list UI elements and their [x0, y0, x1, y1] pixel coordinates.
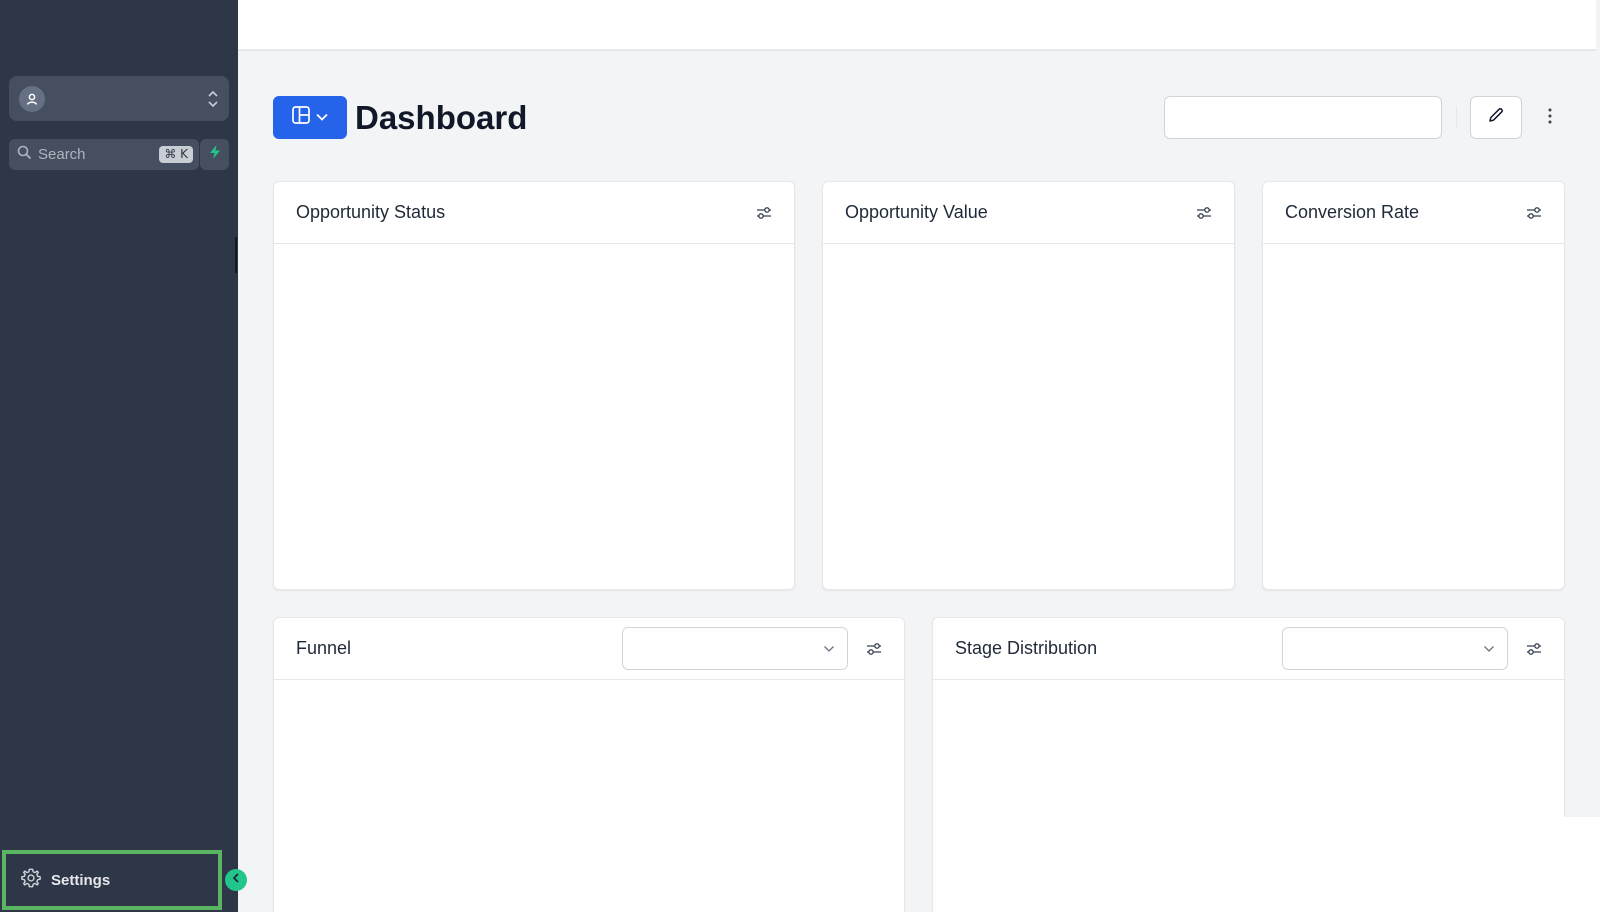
edit-button[interactable]	[1470, 96, 1522, 139]
card-title: Opportunity Status	[296, 202, 446, 222]
card-header: Opportunity Value	[823, 182, 1234, 244]
search-icon	[17, 145, 32, 165]
pencil-icon	[1487, 106, 1505, 129]
sidebar-resize-handle[interactable]	[235, 237, 237, 273]
chevron-down-icon	[823, 640, 835, 658]
chevron-left-icon	[231, 871, 241, 889]
quick-action-button[interactable]	[200, 139, 229, 170]
conversion-rate-card: Conversion Rate	[1262, 181, 1565, 590]
bolt-icon	[208, 144, 222, 165]
search-shortcut-badge: ⌘ K	[159, 146, 193, 163]
more-options-button[interactable]	[1538, 104, 1562, 132]
filter-settings-icon[interactable]	[756, 206, 772, 220]
funnel-card: Funnel	[273, 617, 905, 912]
more-vertical-icon	[1547, 107, 1553, 130]
view-switcher-button[interactable]	[273, 96, 347, 139]
card-title: Funnel	[296, 638, 352, 658]
card-title: Opportunity Value	[845, 202, 988, 222]
chevron-down-icon	[315, 109, 329, 127]
stage-distribution-select[interactable]	[1282, 627, 1508, 670]
page-title: Dashboard	[355, 99, 528, 136]
sidebar: Search ⌘ K Settings	[0, 0, 247, 912]
collapse-sidebar-button[interactable]	[225, 869, 247, 891]
filter-settings-icon[interactable]	[1196, 206, 1212, 220]
chevron-down-icon	[1483, 640, 1495, 658]
user-icon	[19, 85, 45, 112]
filter-settings-icon[interactable]	[866, 642, 882, 656]
stage-distribution-card: Stage Distribution	[932, 617, 1565, 912]
settings-item[interactable]: Settings	[2, 850, 222, 910]
date-range-input[interactable]	[1164, 96, 1442, 139]
card-header: Opportunity Status	[274, 182, 794, 244]
layout-icon	[291, 105, 311, 130]
card-title: Stage Distribution	[955, 638, 1098, 658]
chevron-up-down-icon	[207, 89, 219, 109]
opportunity-status-card: Opportunity Status	[273, 181, 795, 590]
background-patch	[1560, 817, 1600, 912]
divider	[1456, 107, 1457, 129]
card-header: Stage Distribution	[933, 618, 1564, 680]
opportunity-value-card: Opportunity Value	[822, 181, 1235, 590]
workspace-switcher[interactable]	[9, 76, 229, 121]
filter-settings-icon[interactable]	[1526, 206, 1542, 220]
settings-label: Settings	[51, 871, 111, 889]
gear-icon	[20, 867, 42, 894]
top-bar	[238, 0, 1596, 51]
filter-settings-icon[interactable]	[1526, 642, 1542, 656]
search-label: Search	[38, 146, 86, 163]
card-header: Funnel	[274, 618, 904, 680]
card-header: Conversion Rate	[1263, 182, 1564, 244]
search-button[interactable]: Search ⌘ K	[9, 139, 199, 170]
funnel-select[interactable]	[622, 627, 848, 670]
card-title: Conversion Rate	[1285, 202, 1420, 222]
